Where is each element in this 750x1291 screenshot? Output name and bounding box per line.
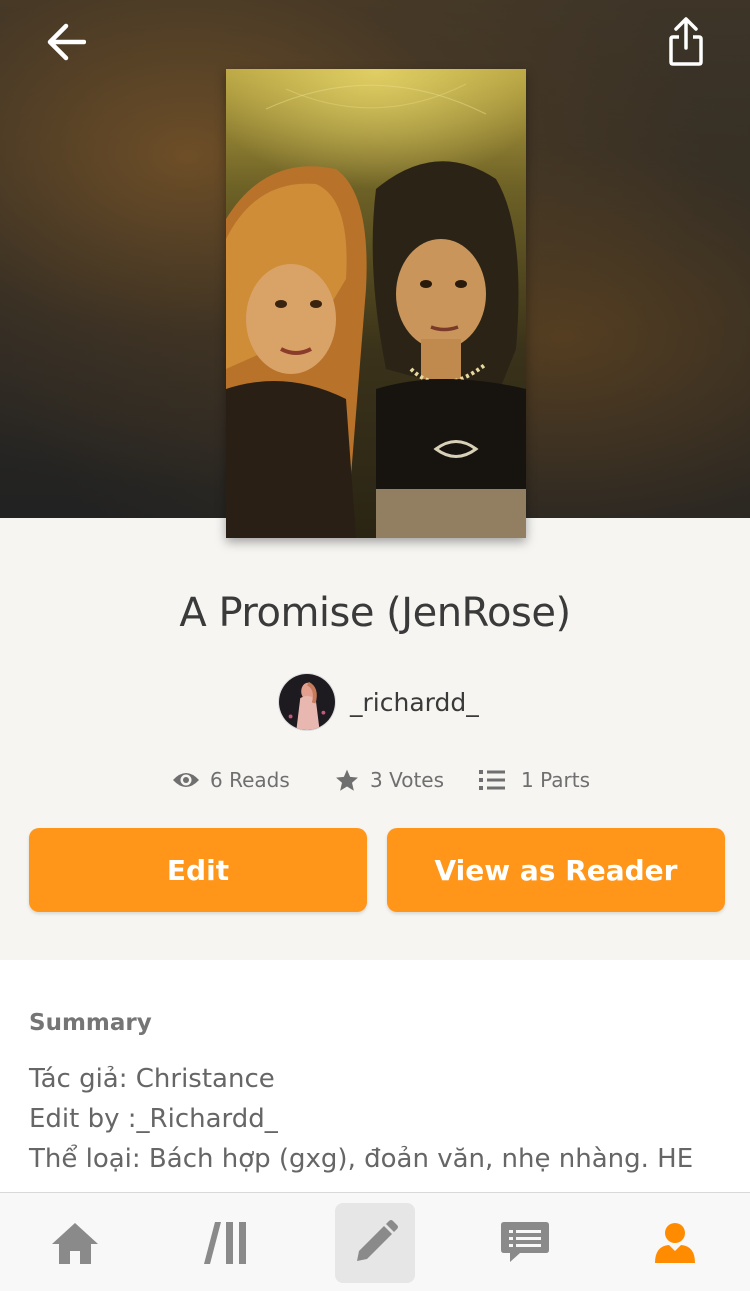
arrow-left-icon (47, 23, 86, 61)
summary-line: Thể loại: Bách hợp (gxg), đoản văn, nhẹ … (29, 1144, 694, 1174)
bottom-tab-bar (0, 1192, 750, 1291)
home-icon (52, 1223, 98, 1264)
parts-count: 1 Parts (521, 768, 590, 792)
person-icon (655, 1223, 695, 1263)
votes-count: 3 Votes (370, 768, 445, 792)
tab-write[interactable] (335, 1203, 415, 1283)
author-link[interactable]: _richardd_ (278, 673, 479, 731)
star-icon (334, 768, 360, 793)
back-button[interactable] (36, 18, 92, 66)
share-icon (669, 17, 703, 66)
eye-icon (172, 770, 200, 790)
tab-messages[interactable] (485, 1203, 565, 1283)
author-name[interactable]: _richardd_ (350, 688, 479, 717)
tab-profile[interactable] (635, 1203, 715, 1283)
tab-library[interactable] (186, 1203, 266, 1283)
pencil-icon (357, 1220, 398, 1261)
parts-stat: 1 Parts (479, 762, 590, 798)
summary-line: Edit by :_Richardd_ (29, 1104, 278, 1134)
library-icon (204, 1222, 246, 1264)
story-stats: 6 Reads 3 Votes 1 Parts (0, 762, 750, 798)
reads-stat: 6 Reads (172, 762, 290, 798)
reads-count: 6 Reads (210, 768, 290, 792)
avatar[interactable] (278, 673, 336, 731)
share-button[interactable] (660, 12, 712, 72)
story-cover-image (226, 69, 526, 538)
votes-stat: 3 Votes (334, 762, 444, 798)
story-title: A Promise (JenRose) (179, 590, 571, 636)
edit-button[interactable]: Edit (29, 828, 367, 912)
chat-icon (501, 1222, 549, 1262)
summary-line: Tác giả: Christance (29, 1064, 275, 1094)
tab-home[interactable] (35, 1203, 115, 1283)
summary-heading: Summary (29, 1010, 152, 1036)
view-as-reader-button[interactable]: View as Reader (387, 828, 725, 912)
list-icon (479, 769, 505, 791)
